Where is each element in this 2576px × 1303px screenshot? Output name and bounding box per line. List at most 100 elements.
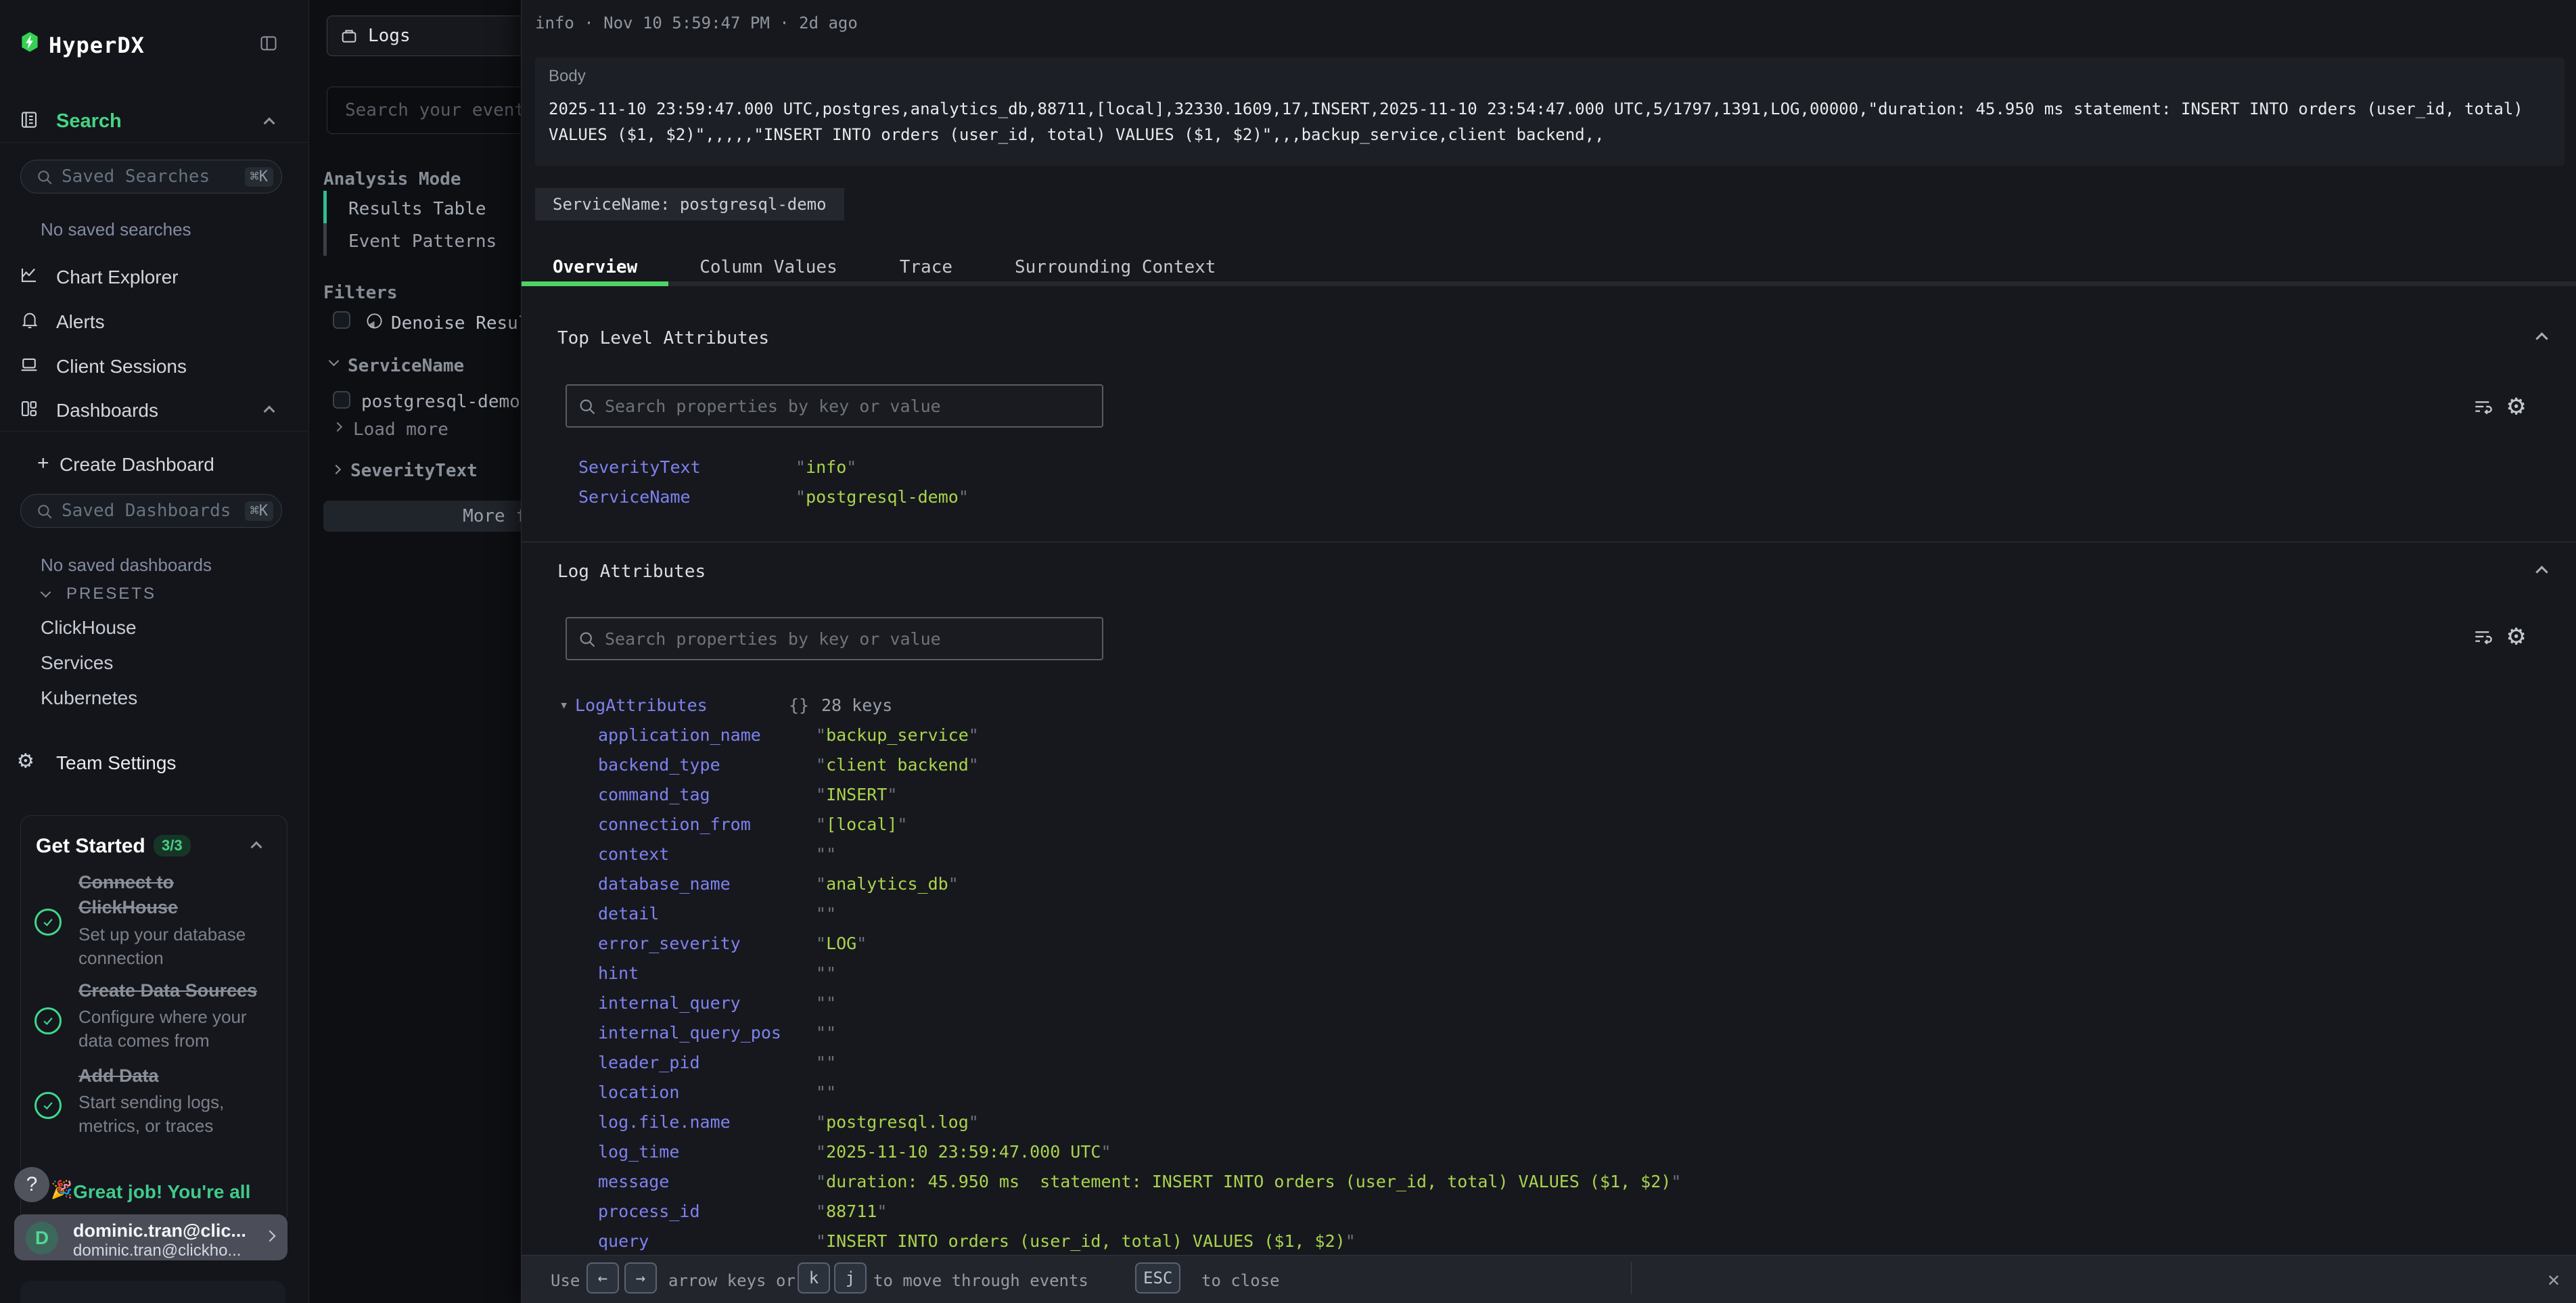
close-drawer-icon[interactable]: ✕ <box>2548 1268 2560 1291</box>
tab-trace[interactable]: Trace <box>869 249 984 281</box>
attributes-settings-gear-icon[interactable]: ⚙ <box>2508 621 2525 649</box>
sidebar-item-team-settings[interactable]: Team Settings <box>56 752 176 774</box>
line-wrap-icon[interactable] <box>2472 626 2493 647</box>
top-attributes-search-input[interactable] <box>605 386 1078 426</box>
attribute-key[interactable]: error_severity <box>598 934 741 953</box>
mode-event-patterns[interactable]: Event Patterns <box>348 231 497 252</box>
servicename-expand-chevron-icon[interactable] <box>329 356 340 367</box>
attribute-key[interactable]: log.file.name <box>598 1112 731 1132</box>
tab-column-values[interactable]: Column Values <box>668 249 869 281</box>
attribute-key[interactable]: command_tag <box>598 785 710 804</box>
attribute-key[interactable]: SeverityText <box>578 457 701 477</box>
attribute-key[interactable]: detail <box>598 904 659 923</box>
attribute-key[interactable]: backend_type <box>598 755 720 775</box>
tab-surrounding-context[interactable]: Surrounding Context <box>984 249 1247 281</box>
filter-group-severitytext[interactable]: SeverityText <box>350 461 478 481</box>
k-key: k <box>798 1262 830 1294</box>
attribute-value[interactable]: [local] <box>816 815 907 834</box>
event-meta-header: info · Nov 10 5:59:47 PM · 2d ago <box>535 14 858 32</box>
attribute-value[interactable]: LOG <box>816 934 867 953</box>
log-attributes-search-input[interactable] <box>605 618 1078 659</box>
preset-dashboard-link[interactable]: ClickHouse <box>41 617 137 639</box>
attribute-row: connection_from [local] <box>598 815 2526 844</box>
attribute-key[interactable]: location <box>598 1082 679 1102</box>
attribute-value[interactable]: INSERT INTO orders (user_id, total) VALU… <box>816 1231 1356 1251</box>
attribute-key[interactable]: internal_query_pos <box>598 1023 781 1043</box>
line-wrap-icon[interactable] <box>2472 396 2493 417</box>
attribute-key[interactable]: database_name <box>598 874 731 894</box>
collapse-sidebar-icon[interactable] <box>259 34 278 53</box>
attribute-row: log.file.name postgresql.log <box>598 1112 2526 1142</box>
mode-results-table[interactable]: Results Table <box>348 199 486 219</box>
postgresql-demo-checkbox[interactable] <box>333 391 350 409</box>
preset-dashboard-link[interactable]: Kubernetes <box>41 687 137 709</box>
attribute-value[interactable] <box>816 1023 836 1043</box>
presets-chevron-icon[interactable] <box>41 587 51 598</box>
get-started-collapse-chevron-icon[interactable] <box>251 842 262 853</box>
sidebar-item-search[interactable]: Search <box>56 110 122 133</box>
search-icon <box>578 630 597 649</box>
attribute-value[interactable]: postgresql-demo <box>796 487 969 507</box>
attribute-value[interactable] <box>816 963 836 983</box>
attribute-key[interactable]: application_name <box>598 725 761 745</box>
attribute-key[interactable]: context <box>598 844 669 864</box>
filter-group-servicename[interactable]: ServiceName <box>348 356 464 376</box>
saved-searches-input[interactable] <box>62 160 231 193</box>
log-attributes-collapse-chevron-icon[interactable] <box>2535 566 2548 578</box>
service-name-chip[interactable]: ServiceName: postgresql-demo <box>535 188 844 221</box>
step-title[interactable]: Connect to ClickHouse <box>78 870 268 920</box>
load-more-button[interactable]: Load more <box>353 419 448 440</box>
top-attributes-collapse-chevron-icon[interactable] <box>2535 332 2548 344</box>
step-title[interactable]: Create Data Sources <box>78 978 268 1003</box>
tab-overview[interactable]: Overview <box>522 249 668 281</box>
attribute-value[interactable]: info <box>796 457 856 477</box>
attribute-value[interactable] <box>816 904 836 923</box>
attribute-key[interactable]: query <box>598 1231 649 1251</box>
sidebar-item-client-sessions[interactable]: Client Sessions <box>56 356 187 378</box>
attribute-key[interactable]: leader_pid <box>598 1053 700 1072</box>
attribute-value[interactable]: 2025-11-10 23:59:47.000 UTC <box>816 1142 1111 1162</box>
logattributes-expand-triangle-icon[interactable]: ▾ <box>559 697 568 714</box>
attribute-value[interactable]: INSERT <box>816 785 897 804</box>
attribute-value[interactable]: backup_service <box>816 725 979 745</box>
attribute-key[interactable]: internal_query <box>598 993 741 1013</box>
chevron-right-icon <box>264 1231 276 1242</box>
presets-label[interactable]: PRESETS <box>66 585 156 603</box>
attributes-settings-gear-icon[interactable]: ⚙ <box>2508 391 2525 419</box>
step-title[interactable]: Add Data <box>78 1064 268 1089</box>
sidebar-item-chart-explorer[interactable]: Chart Explorer <box>56 267 179 288</box>
dashboards-collapse-chevron-icon[interactable] <box>264 406 275 417</box>
search-collapse-chevron-icon[interactable] <box>264 118 275 129</box>
attribute-value[interactable] <box>816 844 836 864</box>
attribute-key[interactable]: connection_from <box>598 815 751 834</box>
attribute-row: context <box>598 844 2526 874</box>
attribute-value[interactable]: analytics_db <box>816 874 959 894</box>
attribute-key[interactable]: process_id <box>598 1202 700 1221</box>
preset-dashboard-link[interactable]: Services <box>41 652 137 674</box>
attribute-value[interactable]: duration: 45.950 ms statement: INSERT IN… <box>816 1172 1681 1191</box>
filter-value-postgresql-demo[interactable]: postgresql-demo <box>361 392 520 412</box>
attribute-value[interactable]: 88711 <box>816 1202 887 1221</box>
attribute-row: application_name backup_service <box>598 725 2526 755</box>
severitytext-expand-chevron-icon[interactable] <box>331 465 341 474</box>
attribute-value[interactable] <box>816 1082 836 1102</box>
sidebar-item-dashboards[interactable]: Dashboards <box>56 400 158 421</box>
hyperdx-logo-icon <box>19 31 41 53</box>
sidebar-item-alerts[interactable]: Alerts <box>56 311 105 333</box>
attribute-key[interactable]: log_time <box>598 1142 679 1162</box>
help-button[interactable]: ? <box>14 1167 49 1202</box>
attribute-value[interactable]: postgresql.log <box>816 1112 979 1132</box>
saved-dashboards-input[interactable] <box>62 495 231 527</box>
attribute-value[interactable] <box>816 1053 836 1072</box>
attribute-key[interactable]: ServiceName <box>578 487 691 507</box>
logattributes-root-key[interactable]: LogAttributes <box>575 695 708 715</box>
user-menu[interactable]: D dominic.tran@clic... dominic.tran@clic… <box>14 1214 288 1260</box>
attribute-value[interactable]: client backend <box>816 755 979 775</box>
avatar-initial: D <box>35 1227 49 1249</box>
attribute-value[interactable] <box>816 993 836 1013</box>
create-dashboard-button[interactable]: Create Dashboard <box>60 454 214 476</box>
client-sessions-icon <box>19 355 39 375</box>
attribute-key[interactable]: message <box>598 1172 669 1191</box>
denoise-checkbox[interactable] <box>333 311 350 329</box>
attribute-key[interactable]: hint <box>598 963 639 983</box>
